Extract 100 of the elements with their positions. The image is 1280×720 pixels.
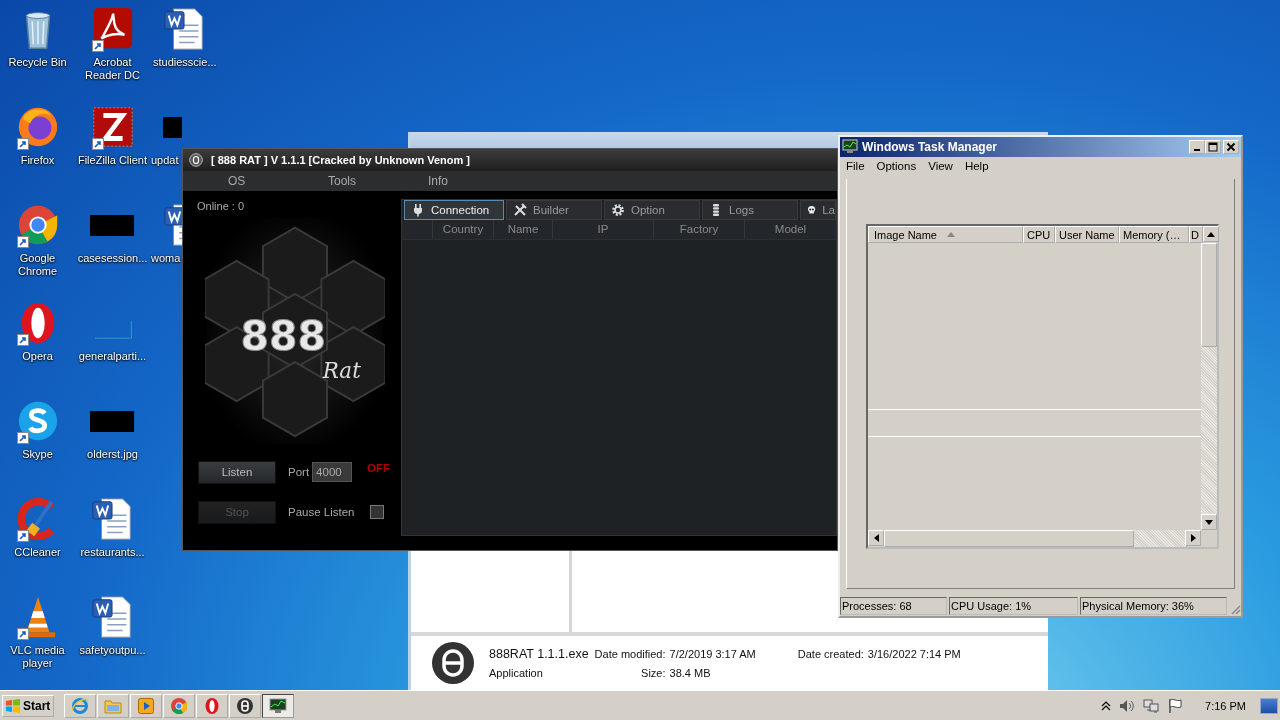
- menu-item[interactable]: OS: [207, 171, 307, 191]
- desktop-shortcut[interactable]: restaurants...: [75, 496, 150, 594]
- tab[interactable]: La: [800, 200, 836, 220]
- detail-label: Date modified:: [594, 648, 666, 660]
- menu-item[interactable]: Help: [964, 160, 989, 176]
- plug-icon: [411, 203, 425, 217]
- taskbar-button[interactable]: [262, 693, 294, 718]
- app-icon: [189, 153, 203, 167]
- detail-value: 3/16/2022 7:14 PM: [867, 648, 961, 660]
- maximize-icon: [1208, 142, 1218, 152]
- scroll-down-button[interactable]: [1201, 514, 1217, 530]
- menu-item[interactable]: View: [928, 160, 953, 176]
- column-header[interactable]: Country: [433, 220, 494, 239]
- port-field[interactable]: 4000: [312, 462, 353, 482]
- column-header[interactable]: CPU: [1023, 226, 1055, 243]
- menu-item[interactable]: File: [846, 160, 865, 176]
- desktop-shortcut[interactable]: VLC media player: [0, 594, 75, 692]
- desktop-shortcut[interactable]: Skype: [0, 398, 75, 496]
- thumbnail-icon: [94, 320, 133, 340]
- column-header[interactable]: Name: [494, 220, 553, 239]
- scroll-left-button[interactable]: [868, 530, 884, 546]
- scroll-thumb[interactable]: [884, 530, 1134, 547]
- online-count: Online : 0: [197, 200, 246, 212]
- desktop-shortcut[interactable]: studiesscie...: [150, 6, 225, 104]
- browser-icon: [170, 696, 188, 715]
- down-arrow-icon: [1205, 519, 1213, 525]
- listen-button[interactable]: Listen: [198, 460, 276, 484]
- monitor-icon: [842, 139, 858, 155]
- resize-grip-icon[interactable]: [1229, 603, 1241, 615]
- file-name: 888RAT 1.1.1.exe: [489, 647, 589, 661]
- close-button[interactable]: [1223, 140, 1239, 154]
- tab[interactable]: Logs: [702, 200, 798, 220]
- tab[interactable]: Option: [604, 200, 700, 220]
- chevron-up-icon[interactable]: [1101, 700, 1112, 711]
- column-header[interactable]: Model: [745, 220, 836, 239]
- thumbnail-icon: [90, 215, 135, 237]
- monitor-icon: [269, 696, 287, 715]
- menu-item[interactable]: Options: [876, 160, 917, 176]
- tab[interactable]: Builder: [506, 200, 602, 220]
- play-icon: [137, 696, 155, 715]
- windows-logo-icon: [5, 697, 21, 714]
- desktop-shortcut[interactable]: olderst.jpg: [75, 398, 150, 496]
- tools-icon: [513, 203, 527, 217]
- detail-label: Date created:: [797, 648, 864, 660]
- detail-value: 38.4 MB: [669, 667, 712, 679]
- desktop-shortcut[interactable]: Acrobat Reader DC: [75, 6, 150, 104]
- status-text: Processes: 68: [840, 597, 947, 615]
- scroll-up-button[interactable]: [1203, 226, 1219, 242]
- desktop-shortcut[interactable]: FileZilla Client: [75, 104, 150, 202]
- minimize-icon: [1194, 149, 1200, 151]
- scroll-right-button[interactable]: [1185, 530, 1201, 546]
- column-header[interactable]: Memory (…: [1119, 226, 1189, 243]
- desktop-shortcut[interactable]: casesession...: [75, 202, 150, 300]
- pause-checkbox[interactable]: [369, 505, 384, 519]
- menu-item[interactable]: Info: [407, 171, 507, 191]
- network-icon[interactable]: [1143, 697, 1160, 714]
- thumbnail-icon: [90, 411, 135, 433]
- column-header[interactable]: User Name: [1055, 226, 1119, 243]
- status-label: OFF: [367, 462, 391, 474]
- app-icon: [236, 696, 254, 715]
- left-arrow-icon: [873, 534, 879, 542]
- maximize-button[interactable]: [1205, 140, 1221, 154]
- window-title: Windows Task Manager: [862, 140, 999, 154]
- window-title: [ 888 RAT ] V 1.1.1 [Cracked by Unknown Venom ]: [211, 154, 470, 166]
- app-icon: [431, 641, 475, 685]
- browser-icon: [71, 696, 89, 715]
- flag-icon[interactable]: [1167, 697, 1184, 714]
- desktop-shortcut[interactable]: safetyoutpu...: [75, 594, 150, 692]
- desktop-shortcut[interactable]: CCleaner: [0, 496, 75, 594]
- speaker-icon[interactable]: [1119, 698, 1136, 713]
- column-header[interactable]: Image Name: [868, 226, 1023, 243]
- clock[interactable]: 7:16 PM: [1205, 699, 1246, 712]
- desktop-shortcut[interactable]: generalparti...: [75, 300, 150, 398]
- desktop-shortcut[interactable]: updat: [150, 104, 182, 202]
- detail-value: 7/2/2019 3:17 AM: [669, 648, 756, 660]
- detail-label: Size:: [640, 667, 666, 679]
- minimize-button[interactable]: [1189, 140, 1205, 154]
- status-text: CPU Usage: 1%: [949, 597, 1078, 615]
- desktop-shortcut[interactable]: Recycle Bin: [0, 6, 75, 104]
- close-icon: [1226, 142, 1236, 152]
- settings-icon: [611, 203, 625, 217]
- right-arrow-icon: [1190, 534, 1196, 542]
- ring-icon: [203, 696, 221, 715]
- menu-item[interactable]: Tools: [307, 171, 407, 191]
- skull-icon: [807, 203, 817, 217]
- vertical-scrollbar[interactable]: [1201, 243, 1217, 530]
- desktop-shortcut[interactable]: Google Chrome: [0, 202, 75, 300]
- start-button[interactable]: Start: [2, 694, 54, 717]
- desktop-shortcut[interactable]: Firefox: [0, 104, 75, 202]
- up-arrow-icon: [1207, 231, 1215, 237]
- tab[interactable]: Connection: [404, 200, 504, 220]
- scroll-thumb[interactable]: [1201, 243, 1217, 347]
- column-header[interactable]: IP: [553, 220, 654, 239]
- desktop-shortcut[interactable]: Opera: [0, 300, 75, 398]
- column-header[interactable]: D: [1189, 226, 1203, 243]
- file-type: Application: [489, 667, 544, 679]
- show-desktop-button[interactable]: [1260, 697, 1278, 714]
- column-header[interactable]: Factory: [654, 220, 745, 239]
- status-text: Physical Memory: 36%: [1080, 597, 1227, 615]
- pause-label: Pause Listen: [288, 506, 355, 518]
